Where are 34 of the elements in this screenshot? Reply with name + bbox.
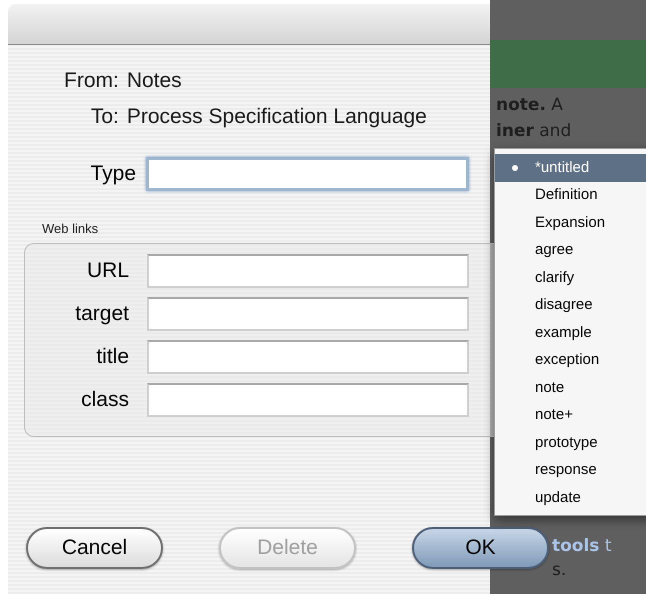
field-label: title bbox=[95, 344, 129, 370]
menu-item[interactable]: agree bbox=[495, 236, 646, 264]
text-field[interactable] bbox=[147, 254, 469, 288]
menu-item[interactable]: Expansion bbox=[495, 209, 646, 236]
menu-item[interactable]: clarify bbox=[495, 264, 646, 292]
text-field[interactable] bbox=[147, 340, 469, 374]
dialog-button[interactable]: Cancel bbox=[26, 527, 163, 569]
background-text: tools t bbox=[552, 535, 613, 558]
to-value: Process Specification Language bbox=[126, 104, 428, 130]
menu-item[interactable]: Definition bbox=[495, 182, 646, 209]
field-label: class bbox=[80, 387, 129, 414]
field-label: target bbox=[74, 301, 129, 328]
menu-item[interactable]: update bbox=[495, 484, 646, 512]
menu-item[interactable]: note bbox=[495, 374, 646, 402]
from-value: Notes bbox=[126, 68, 183, 94]
menu-item[interactable]: response bbox=[495, 456, 646, 484]
menu-item[interactable]: exception bbox=[495, 346, 646, 374]
text-field[interactable] bbox=[147, 383, 469, 417]
type-label: Type bbox=[89, 161, 136, 188]
to-label: To: bbox=[90, 104, 119, 130]
background-text: note. A bbox=[496, 94, 564, 117]
menu-item[interactable]: disagree bbox=[495, 292, 646, 319]
background-text: s. bbox=[552, 559, 568, 582]
menu-item[interactable]: *untitled bbox=[495, 154, 646, 182]
field-label: URL bbox=[86, 258, 129, 284]
dialog-button[interactable]: OK bbox=[412, 527, 549, 569]
text-field[interactable] bbox=[146, 157, 469, 191]
background-text: iner and bbox=[496, 120, 572, 143]
text-field[interactable] bbox=[147, 297, 469, 331]
group-title: Web links bbox=[42, 221, 100, 237]
from-label: From: bbox=[64, 68, 119, 94]
menu-item[interactable]: prototype bbox=[495, 429, 646, 456]
menu-item[interactable]: note+ bbox=[495, 402, 646, 429]
menu-item[interactable]: example bbox=[495, 319, 646, 346]
